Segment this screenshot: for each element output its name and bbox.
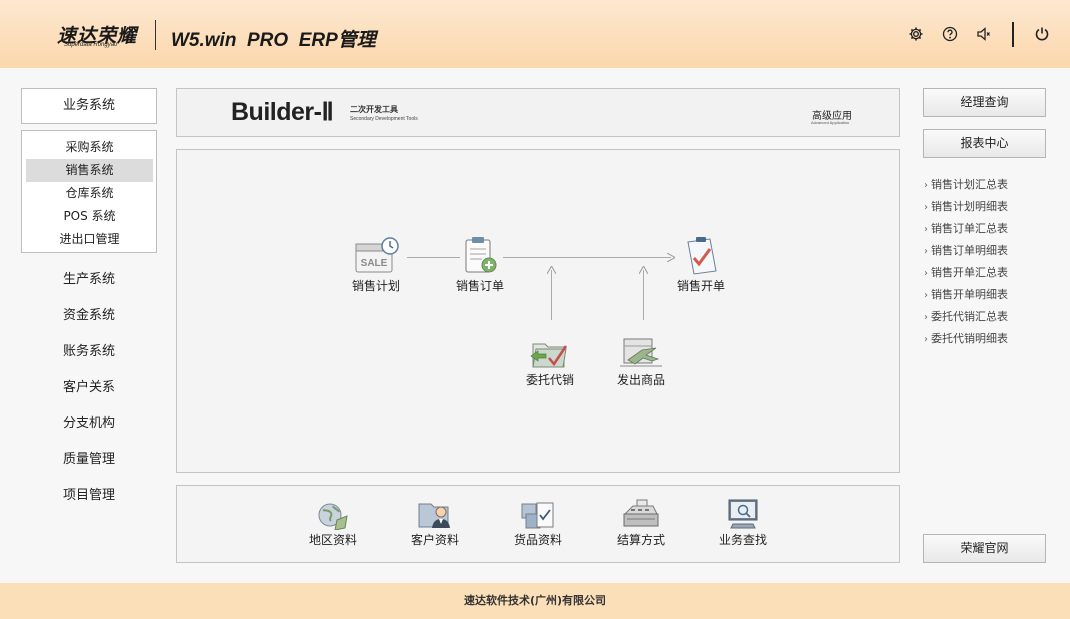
nav-funds[interactable]: 资金系统: [21, 304, 157, 328]
report-link-label: 委托代销汇总表: [931, 310, 1008, 323]
flow-node-sales-order[interactable]: 销售订单: [442, 236, 518, 294]
flow-label-sales-plan: 销售计划: [351, 279, 400, 293]
manager-query-button[interactable]: 经理查询: [923, 88, 1046, 117]
power-icon[interactable]: [1034, 26, 1050, 42]
tool-label-region: 地区资料: [308, 533, 357, 547]
sales-flow-panel: SALE 销售计划 销售订单 销售开单 委托代销 发出商品: [176, 149, 900, 473]
chevron-right-icon: ›: [924, 180, 928, 191]
chevron-right-icon: ›: [924, 290, 928, 301]
report-link[interactable]: › 销售订单汇总表: [924, 220, 1008, 238]
flow-line-consign-up: [551, 270, 552, 320]
banner-title: Builder-Ⅱ: [231, 98, 334, 126]
brand-logo-subtitle: Superdata Rongyao: [64, 42, 118, 48]
banner-subtitle: 二次开发工具: [350, 105, 398, 114]
banner-subtitle-en: Secondary Development Tools: [350, 116, 418, 122]
business-submenu: 采购系统 销售系统 仓库系统 POS 系统 进出口管理: [21, 130, 157, 253]
footer-company: 速达软件技术(广州)有限公司: [0, 583, 1070, 619]
flow-label-consignment: 委托代销: [525, 373, 574, 387]
nav-crm[interactable]: 客户关系: [21, 376, 157, 400]
submenu-warehouse[interactable]: 仓库系统: [26, 182, 153, 205]
flow-node-sales-invoice[interactable]: 销售开单: [663, 236, 739, 294]
report-link-label: 销售开单汇总表: [931, 266, 1008, 279]
gear-icon[interactable]: [908, 26, 924, 42]
business-system-button[interactable]: 业务系统: [21, 88, 157, 124]
advanced-app-label-en: Advanced Application: [811, 120, 850, 125]
chevron-right-icon: ›: [924, 334, 928, 345]
chevron-right-icon: ›: [924, 312, 928, 323]
header-divider: [155, 20, 156, 50]
submenu-purchase[interactable]: 采购系统: [26, 136, 153, 159]
basic-data-toolbar: 地区资料 客户资料 货品资料 结算方式 业务查找: [176, 485, 900, 563]
builder-banner[interactable]: Builder-Ⅱ 二次开发工具 Secondary Development T…: [176, 88, 900, 137]
report-link-label: 委托代销明细表: [931, 332, 1008, 345]
submenu-sales[interactable]: 销售系统: [26, 159, 153, 182]
tool-label-customer: 客户资料: [410, 533, 459, 547]
folder-check-icon: [530, 343, 568, 368]
official-website-button[interactable]: 荣耀官网: [923, 534, 1046, 563]
cash-register-icon: [623, 499, 659, 527]
header-bar: 速达荣耀 Superdata Rongyao W5.win PRO ERP管理: [0, 0, 1070, 68]
flow-line-ship-up: [643, 270, 644, 320]
tool-label-search: 业务查找: [718, 533, 767, 547]
report-link[interactable]: › 销售订单明细表: [924, 242, 1008, 260]
arrow-up-icon: [639, 266, 648, 274]
help-icon[interactable]: [942, 26, 958, 42]
nav-accounting[interactable]: 账务系统: [21, 340, 157, 364]
report-link-label: 销售订单汇总表: [931, 222, 1008, 235]
tool-label-goods: 货品资料: [513, 533, 562, 547]
flow-node-sales-plan[interactable]: SALE 销售计划: [338, 236, 414, 294]
product-title: W5.win PRO ERP管理: [171, 30, 376, 51]
globe-icon: [318, 503, 348, 530]
tool-settlement[interactable]: 结算方式: [603, 498, 679, 548]
report-center-button[interactable]: 报表中心: [923, 129, 1046, 158]
sale-board-icon: SALE: [355, 237, 399, 273]
chevron-right-icon: ›: [924, 246, 928, 257]
report-link[interactable]: › 销售计划明细表: [924, 198, 1008, 216]
chevron-right-icon: ›: [924, 224, 928, 235]
tool-label-settlement: 结算方式: [616, 533, 665, 547]
nav-projects[interactable]: 项目管理: [21, 484, 157, 508]
chevron-right-icon: ›: [924, 268, 928, 279]
report-link-label: 销售订单明细表: [931, 244, 1008, 257]
report-link-label: 销售计划明细表: [931, 200, 1008, 213]
nav-quality[interactable]: 质量管理: [21, 448, 157, 472]
nav-branches[interactable]: 分支机构: [21, 412, 157, 436]
monitor-search-icon: [728, 499, 758, 529]
report-link[interactable]: › 委托代销明细表: [924, 330, 1008, 348]
chevron-right-icon: ›: [924, 202, 928, 213]
arrow-up-icon: [547, 266, 556, 274]
flow-label-goods-shipped: 发出商品: [616, 373, 665, 387]
report-link-label: 销售计划汇总表: [931, 178, 1008, 191]
header-icon-divider: [1012, 22, 1014, 47]
flow-node-consignment[interactable]: 委托代销: [512, 334, 588, 388]
report-link[interactable]: › 销售计划汇总表: [924, 176, 1008, 194]
clipboard-add-icon: [465, 237, 497, 273]
tool-goods-data[interactable]: 货品资料: [500, 498, 576, 548]
report-link[interactable]: › 销售开单汇总表: [924, 264, 1008, 282]
flow-node-goods-shipped[interactable]: 发出商品: [603, 334, 679, 388]
report-link[interactable]: › 委托代销汇总表: [924, 308, 1008, 326]
flow-label-sales-invoice: 销售开单: [676, 279, 725, 293]
tool-region-data[interactable]: 地区资料: [295, 498, 371, 548]
flow-line-order-invoice: [503, 257, 671, 258]
sale-badge-text: SALE: [361, 258, 388, 269]
report-link[interactable]: › 销售开单明细表: [924, 286, 1008, 304]
submenu-import-export[interactable]: 进出口管理: [26, 228, 153, 251]
submenu-pos[interactable]: POS 系统: [26, 205, 153, 228]
customer-folder-icon: [418, 503, 450, 528]
tool-business-search[interactable]: 业务查找: [705, 498, 781, 548]
goods-checklist-icon: [521, 502, 554, 529]
clipboard-check-icon: [687, 237, 717, 275]
shipping-icon: [620, 338, 662, 367]
tool-customer-data[interactable]: 客户资料: [397, 498, 473, 548]
report-link-label: 销售开单明细表: [931, 288, 1008, 301]
nav-production[interactable]: 生产系统: [21, 268, 157, 292]
flow-label-sales-order: 销售订单: [455, 279, 504, 293]
speaker-icon[interactable]: [976, 26, 992, 42]
